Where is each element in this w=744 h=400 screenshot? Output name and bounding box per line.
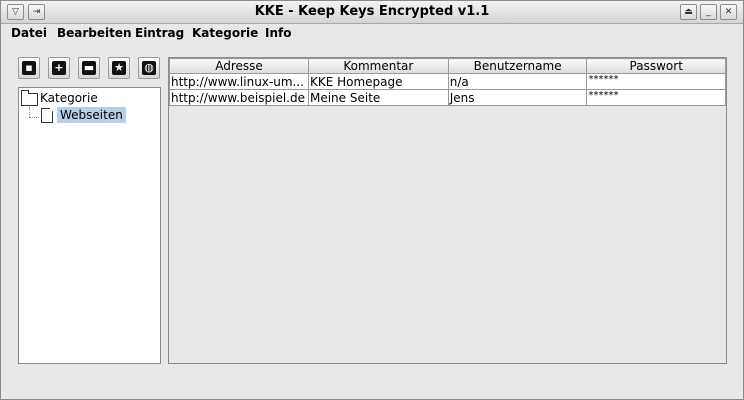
close-icon[interactable]: ✕ [720, 4, 737, 20]
cell-adresse[interactable]: http://www.beispiel.de [169, 89, 309, 106]
add-button[interactable]: + [48, 57, 70, 79]
cell-benutzername[interactable]: Jens [447, 89, 588, 106]
document-icon [41, 108, 53, 123]
entries-table-area[interactable]: Adresse Kommentar Benutzername Passwort … [168, 57, 727, 364]
table-row[interactable]: http://www.beispiel.de Meine Seite Jens … [169, 89, 726, 106]
menu-eintrag[interactable]: Eintrag [135, 26, 184, 40]
entries-table: Adresse Kommentar Benutzername Passwort … [169, 58, 726, 106]
cell-passwort[interactable]: ****** [586, 89, 726, 106]
globe-button[interactable]: ◍ [138, 57, 160, 79]
column-header-kommentar[interactable]: Kommentar [307, 58, 449, 74]
monitor-icon: ▬ [82, 61, 96, 75]
cell-kommentar[interactable]: KKE Homepage [307, 73, 449, 90]
category-tree[interactable]: Kategorie Webseiten [18, 87, 161, 364]
tree-connector [29, 107, 30, 117]
save-icon: ▪ [22, 61, 36, 75]
tree-root-label: Kategorie [40, 91, 98, 105]
cell-passwort[interactable]: ****** [586, 73, 726, 90]
shade-icon[interactable]: ⏏ [680, 4, 697, 20]
folder-icon [21, 90, 38, 106]
window-title: KKE - Keep Keys Encrypted v1.1 [254, 4, 490, 19]
menu-bar: Datei Bearbeiten Eintrag Kategorie Info [1, 24, 743, 43]
menu-kategorie[interactable]: Kategorie [192, 26, 258, 40]
star-icon: ★ [112, 61, 126, 75]
table-row[interactable]: http://www.linux-um... KKE Homepage n/a … [169, 73, 726, 90]
column-header-benutzername[interactable]: Benutzername [447, 58, 588, 74]
column-header-passwort[interactable]: Passwort [586, 58, 726, 74]
menu-datei[interactable]: Datei [11, 26, 47, 40]
menu-bearbeiten[interactable]: Bearbeiten [57, 26, 132, 40]
menu-info[interactable]: Info [265, 26, 291, 40]
column-header-adresse[interactable]: Adresse [169, 58, 309, 74]
table-header-row: Adresse Kommentar Benutzername Passwort [169, 58, 726, 74]
cell-benutzername[interactable]: n/a [447, 73, 588, 90]
minimize-icon[interactable]: _ [700, 4, 717, 20]
add-icon: + [52, 61, 66, 75]
monitor-button[interactable]: ▬ [78, 57, 100, 79]
globe-icon: ◍ [142, 61, 156, 75]
star-button[interactable]: ★ [108, 57, 130, 79]
cell-kommentar[interactable]: Meine Seite [307, 89, 449, 106]
tree-connector [29, 117, 39, 118]
tree-item-webseiten[interactable]: Webseiten [57, 107, 126, 123]
title-bar[interactable]: ▽ ⇥ KKE - Keep Keys Encrypted v1.1 ⏏ _ ✕ [1, 1, 743, 24]
save-button[interactable]: ▪ [18, 57, 40, 79]
app-window: ▽ ⇥ KKE - Keep Keys Encrypted v1.1 ⏏ _ ✕… [0, 0, 744, 400]
cell-adresse[interactable]: http://www.linux-um... [169, 73, 309, 90]
